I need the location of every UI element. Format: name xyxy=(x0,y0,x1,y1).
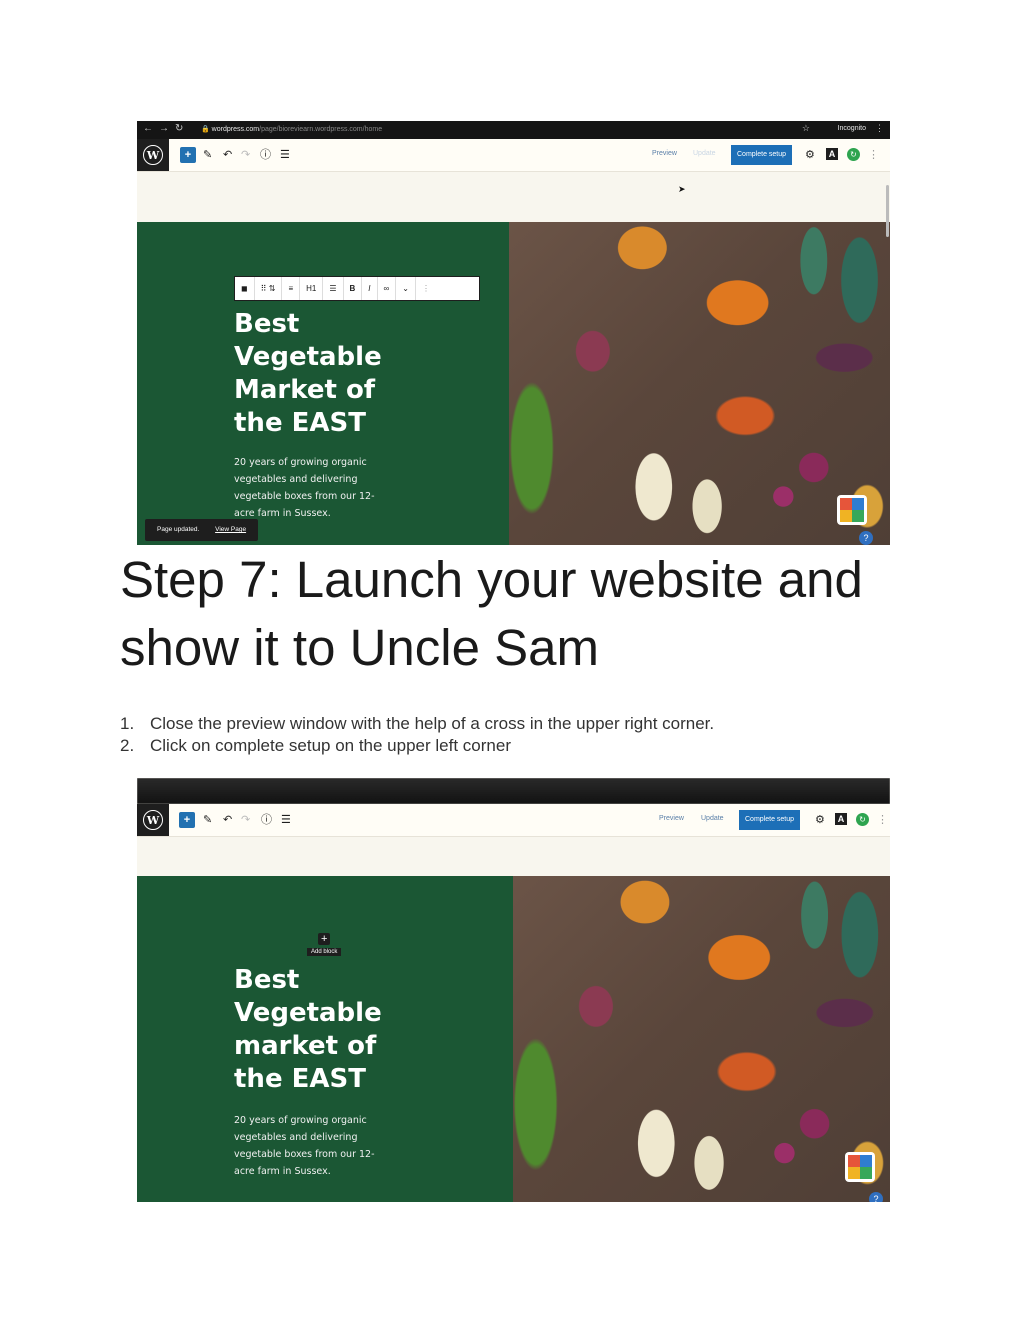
bookmark-icon[interactable]: ◼ xyxy=(235,277,255,300)
bookmark-star-icon[interactable]: ☆ xyxy=(802,123,810,134)
add-block-inserter[interactable]: + Add block xyxy=(307,933,342,956)
heading-level-button[interactable]: H1 xyxy=(300,277,324,300)
hero-vegetable-image xyxy=(513,876,890,1202)
list-item: 2. Click on complete setup on the upper l… xyxy=(120,736,511,755)
help-icon[interactable]: ? xyxy=(869,1192,883,1202)
redo-icon[interactable]: ↷ xyxy=(241,812,250,828)
options-menu-icon[interactable]: ⋮ xyxy=(868,147,879,163)
incognito-profile[interactable]: Incognito xyxy=(838,125,866,132)
list-item: 1. Close the preview window with the help… xyxy=(120,714,715,733)
scrollbar[interactable] xyxy=(886,185,889,237)
redo-icon[interactable]: ↷ xyxy=(241,147,250,163)
update-button[interactable]: Update xyxy=(701,815,724,822)
wordpress-logo-icon[interactable]: W xyxy=(137,804,169,836)
undo-icon[interactable]: ↶ xyxy=(223,147,232,163)
chevron-down-icon[interactable]: ⌄ xyxy=(396,277,416,300)
update-button[interactable]: Update xyxy=(693,150,716,157)
pencil-icon[interactable]: ✎ xyxy=(203,812,212,828)
add-block-tooltip: Add block xyxy=(307,948,342,956)
align-icon[interactable]: ≡ xyxy=(282,277,301,300)
step-heading: Step 7: Launch your website and show it … xyxy=(120,551,863,676)
screenshot-editor-complete-setup: W + ✎ ↶ ↷ ⓘ ☰ Preview Update Complete se… xyxy=(137,778,890,1202)
reload-icon[interactable]: ↻ xyxy=(175,123,183,134)
list-view-icon[interactable]: ☰ xyxy=(280,147,290,163)
options-menu-icon[interactable]: ⋮ xyxy=(877,812,888,828)
hero-description[interactable]: 20 years of growing organic vegetables a… xyxy=(234,454,394,522)
preview-button[interactable]: Preview xyxy=(659,815,684,822)
complete-setup-button[interactable]: Complete setup xyxy=(731,145,793,165)
pencil-icon[interactable]: ✎ xyxy=(203,147,212,163)
instruction-list: 1. Close the preview window with the help… xyxy=(120,713,714,757)
list-view-icon[interactable]: ☰ xyxy=(281,812,291,828)
style-variation-icon[interactable]: A xyxy=(826,148,838,160)
editor-top-toolbar: W + ✎ ↶ ↷ ⓘ ☰ Preview Update Complete se… xyxy=(137,139,890,172)
back-icon[interactable]: ← xyxy=(143,123,153,134)
block-toolbar: ◼ ⠿ ⇅ ≡ H1 ☰ B I ∞ ⌄ ⋮ xyxy=(234,276,480,301)
hero-description[interactable]: 20 years of growing organic vegetables a… xyxy=(234,1112,394,1180)
app-badge-icon[interactable] xyxy=(845,1152,875,1182)
plus-icon[interactable]: + xyxy=(179,812,195,828)
view-page-link[interactable]: View Page xyxy=(215,526,246,533)
hero-heading[interactable]: Best Vegetable market of the EAST xyxy=(234,964,382,1096)
gear-icon[interactable]: ⚙ xyxy=(815,812,825,828)
plus-icon[interactable]: + xyxy=(318,933,331,945)
info-icon[interactable]: ⓘ xyxy=(260,147,271,163)
browser-chrome xyxy=(137,778,890,804)
plus-icon[interactable]: + xyxy=(180,147,196,163)
more-options-icon[interactable]: ⋮ xyxy=(416,277,436,300)
gear-icon[interactable]: ⚙ xyxy=(805,147,815,163)
forward-icon[interactable]: → xyxy=(159,123,169,134)
app-badge-icon[interactable] xyxy=(837,495,867,525)
preview-button[interactable]: Preview xyxy=(652,150,677,157)
mouse-cursor-icon: ➤ xyxy=(678,184,686,194)
snackbar-notice: Page updated. View Page xyxy=(145,519,259,541)
info-icon[interactable]: ⓘ xyxy=(261,812,272,828)
help-icon[interactable]: ? xyxy=(859,531,873,545)
wordpress-logo-icon[interactable]: W xyxy=(137,139,169,171)
style-variation-icon[interactable]: A xyxy=(835,813,847,825)
user-avatar-icon[interactable]: ↻ xyxy=(847,148,860,161)
drag-handle-icon[interactable]: ⠿ ⇅ xyxy=(255,277,283,300)
italic-button[interactable]: I xyxy=(362,277,378,300)
screenshot-editor-page-updated: ← → ↻ 🔒 wordpress.com/page/bioreviearn.w… xyxy=(137,121,890,545)
text-align-icon[interactable]: ☰ xyxy=(323,277,344,300)
bold-button[interactable]: B xyxy=(344,277,363,300)
complete-setup-button[interactable]: Complete setup xyxy=(739,810,801,830)
address-bar[interactable]: 🔒 wordpress.com/page/bioreviearn.wordpre… xyxy=(201,125,382,133)
user-avatar-icon[interactable]: ↻ xyxy=(856,813,869,826)
hero-vegetable-image xyxy=(509,222,890,545)
link-icon[interactable]: ∞ xyxy=(378,277,397,300)
browser-chrome: ← → ↻ 🔒 wordpress.com/page/bioreviearn.w… xyxy=(137,121,890,139)
browser-menu-icon[interactable]: ⋮ xyxy=(875,123,884,134)
undo-icon[interactable]: ↶ xyxy=(223,812,232,828)
snackbar-message: Page updated. xyxy=(157,526,200,533)
hero-heading[interactable]: Best Vegetable Market of the EAST xyxy=(234,308,382,440)
editor-top-toolbar: W + ✎ ↶ ↷ ⓘ ☰ Preview Update Complete se… xyxy=(137,804,890,837)
